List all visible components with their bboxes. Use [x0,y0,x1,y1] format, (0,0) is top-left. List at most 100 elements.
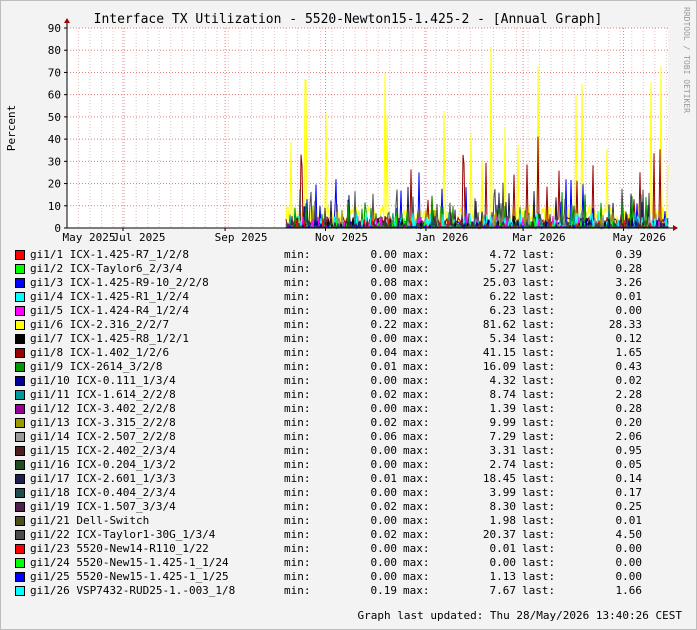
legend-series-name: gi1/21 Dell-Switch [30,514,150,527]
legend-last-label: last: [522,262,556,275]
legend-last-value: 0.00 [615,556,643,569]
legend-last-label: last: [522,374,556,387]
legend-max-value: 3.31 [489,444,517,457]
legend-max-value: 7.29 [489,430,517,443]
legend-min-value: 0.04 [370,346,398,359]
legend-min-label: min: [284,304,311,317]
legend-min-value: 0.01 [370,360,398,373]
x-tick-label: May 2026 [613,231,666,244]
legend-last-label: last: [522,486,556,499]
legend-max-value: 81.62 [482,318,516,331]
legend-max-value: 4.32 [489,374,517,387]
legend-swatch [15,320,25,330]
legend-min-value: 0.00 [370,486,398,499]
legend-last-value: 0.05 [615,458,643,471]
legend-max-value: 0.01 [489,542,517,555]
legend-last-value: 0.12 [615,332,643,345]
y-tick-label: 0 [54,222,61,235]
legend-series-name: gi1/8 ICX-1.402_1/2/6 [30,346,170,359]
legend-max-label: max: [403,486,430,499]
legend-last-value: 0.01 [615,290,643,303]
legend-min-value: 0.06 [370,430,398,443]
legend-last-value: 0.28 [615,402,643,415]
legend-last-label: last: [522,528,556,541]
legend-swatch [15,362,25,372]
legend-max-label: max: [403,556,430,569]
legend-min-value: 0.00 [370,570,398,583]
y-tick-label: 60 [48,89,61,102]
legend-series-name: gi1/1 ICX-1.425-R7_1/2/8 [30,248,189,261]
legend-max-label: max: [403,430,430,443]
legend-min-value: 0.00 [370,444,398,457]
legend-last-value: 0.00 [615,542,643,555]
y-tick-label: 20 [48,178,61,191]
legend-swatch [15,334,25,344]
legend-min-label: min: [284,584,311,597]
legend-last-label: last: [522,542,556,555]
watermark-text: RRDTOOL / TOBI OETIKER [682,7,691,113]
legend-last-value: 0.02 [615,374,643,387]
legend-swatch [15,348,25,358]
legend-min-value: 0.08 [370,276,398,289]
legend-swatch [15,432,25,442]
legend-max-value: 7.67 [489,584,517,597]
legend-series-name: gi1/3 ICX-1.425-R9-10_2/2/8 [30,276,209,289]
legend-max-label: max: [403,472,430,485]
legend-min-value: 0.00 [370,514,398,527]
x-tick-label: Mar 2026 [513,231,566,244]
legend-last-label: last: [522,248,556,261]
legend-max-label: max: [403,304,430,317]
legend-max-label: max: [403,416,430,429]
legend-min-value: 0.00 [370,262,398,275]
legend-min-value: 0.00 [370,542,398,555]
legend-last-value: 0.01 [615,514,643,527]
legend-last-value: 1.65 [615,346,643,359]
legend-last-value: 0.20 [615,416,643,429]
legend-last-value: 0.95 [615,444,643,457]
legend-series-name: gi1/25 5520-New15-1.425-1_1/25 [30,570,229,583]
legend-last-label: last: [522,416,556,429]
legend-swatch [15,558,25,568]
y-axis-label: Percent [5,105,18,151]
chart: Interface TX Utilization - 5520-Newton15… [5,7,691,244]
legend-max-label: max: [403,346,430,359]
legend-min-value: 0.19 [370,584,398,597]
y-tick-labels: 0 10 20 30 40 50 60 70 80 90 [48,22,61,235]
legend-series-name: gi1/12 ICX-3.402_2/2/8 [30,402,176,415]
legend-min-label: min: [284,262,311,275]
legend-swatch [15,264,25,274]
x-tick-label: Jan 2026 [415,231,468,244]
legend-min-value: 0.00 [370,458,398,471]
legend-min-value: 0.00 [370,402,398,415]
legend-series-name: gi1/16 ICX-0.204_1/3/2 [30,458,176,471]
legend-max-value: 16.09 [482,360,516,373]
y-tick-label: 30 [48,155,61,168]
legend-max-label: max: [403,570,430,583]
legend-swatch [15,376,25,386]
legend-last-label: last: [522,304,556,317]
x-tick-labels: May 2025Jul 2025 Sep 2025 Nov 2025 Jan 2026… [63,231,667,244]
legend-last-label: last: [522,402,556,415]
legend-min-value: 0.02 [370,416,398,429]
legend-series-name: gi1/11 ICX-1.614_2/2/8 [30,388,176,401]
legend-min-label: min: [284,374,311,387]
legend-last-label: last: [522,458,556,471]
legend-max-label: max: [403,500,430,513]
legend-last-label: last: [522,276,556,289]
legend-last-value: 0.00 [615,570,643,583]
legend-max-value: 6.23 [489,304,517,317]
legend-last-label: last: [522,430,556,443]
y-axis-arrow [64,18,70,23]
legend-series-name: gi1/2 ICX-Taylor6_2/3/4 [30,262,183,275]
legend-last-label: last: [522,318,556,331]
legend-series-name: gi1/14 ICX-2.507_2/2/8 [30,430,176,443]
legend-last-label: last: [522,570,556,583]
legend-min-value: 0.22 [370,318,398,331]
legend-max-value: 8.30 [489,500,517,513]
x-tick-label: Jul 2025 [112,231,165,244]
legend-swatch [15,250,25,260]
legend-min-label: min: [284,430,311,443]
legend-min-label: min: [284,416,311,429]
legend-series-name: gi1/24 5520-New15-1.425-1_1/24 [30,556,229,569]
legend-swatch [15,502,25,512]
